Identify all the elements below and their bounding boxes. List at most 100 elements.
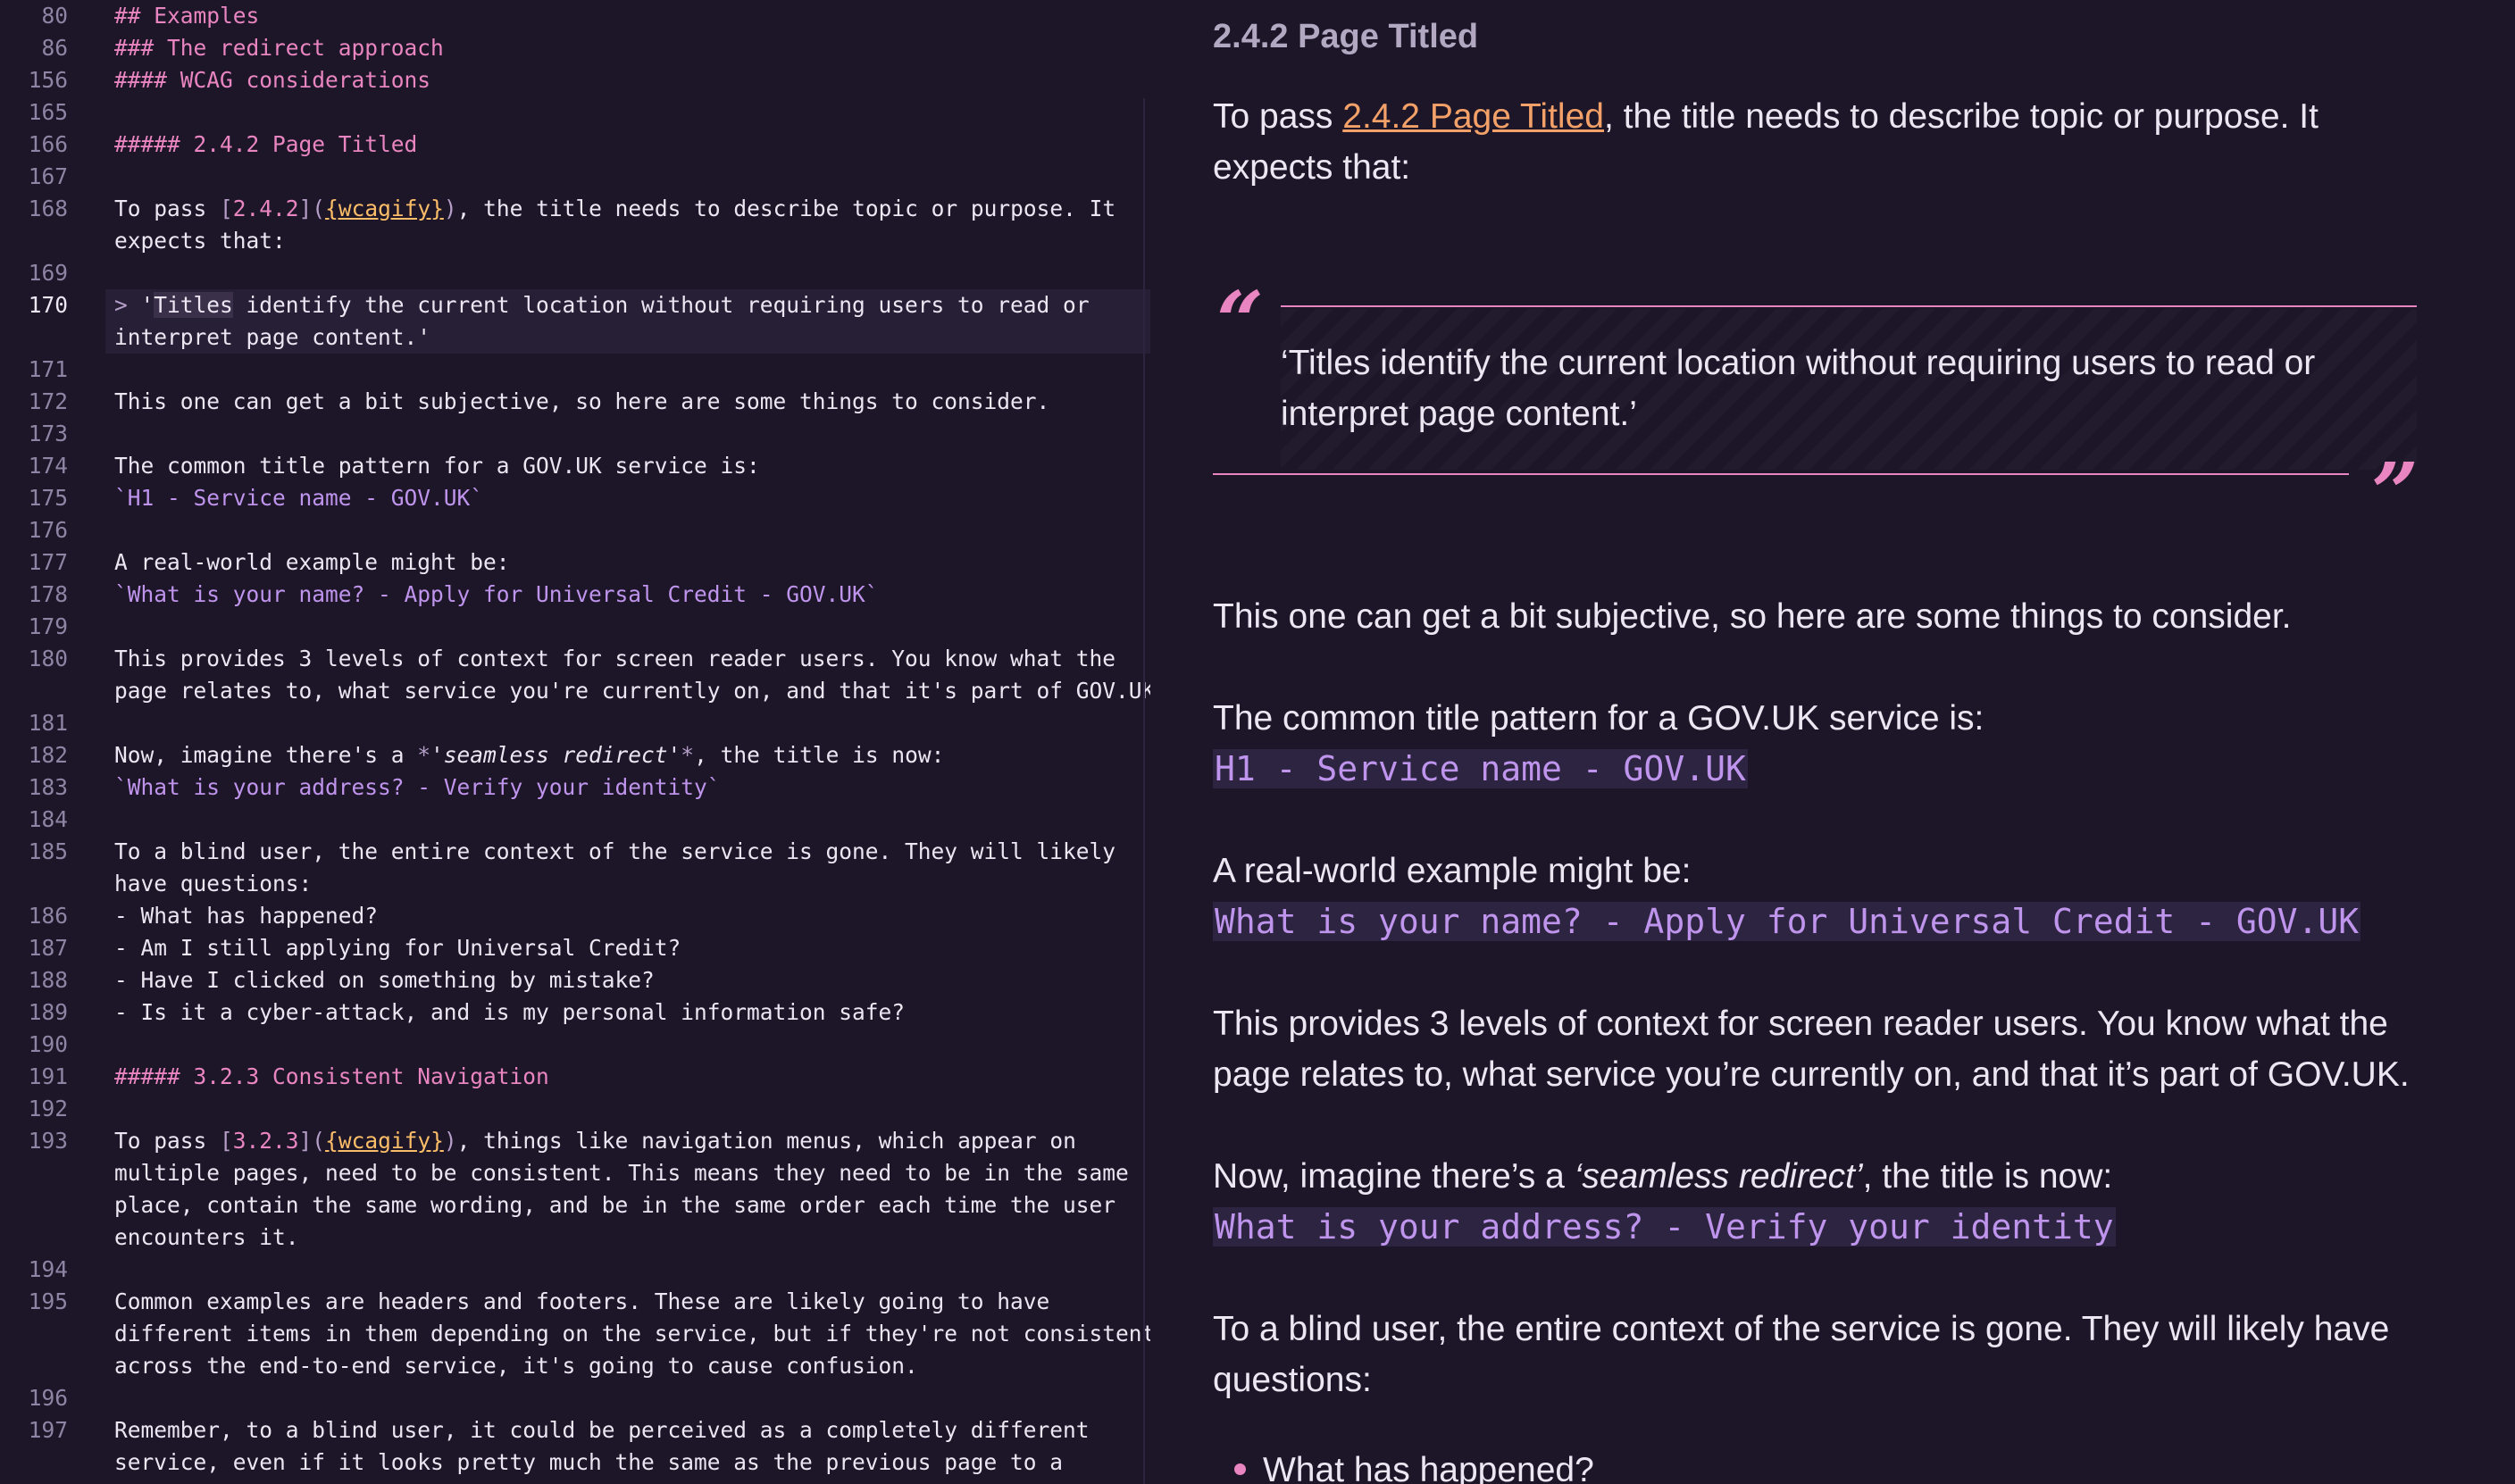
line-text: To pass [2.4.2]({wcagify}), the title ne… — [114, 193, 1115, 225]
bullet-icon — [1234, 1463, 1246, 1475]
inline-code: `What is your name? - Apply for Universa… — [114, 581, 879, 607]
text: different items in them depending on the… — [114, 1321, 1150, 1346]
line-number: 80 — [41, 3, 68, 29]
line-text: ## Examples — [114, 0, 259, 32]
line-number: 195 — [28, 1288, 68, 1314]
preview-paragraph-cont: page relates to, what service you’re cur… — [1213, 1055, 2410, 1094]
line-number: 197 — [28, 1417, 68, 1443]
text: - Have I clicked on something by mistake… — [114, 967, 655, 993]
blockquote: “ ‘Titles identify the current location … — [1213, 268, 2419, 534]
line-text: encounters it. — [114, 1221, 299, 1254]
markdown-asterisk: * — [417, 742, 431, 768]
open-quote-icon: “ — [1216, 273, 1264, 370]
text: The common title pattern for a GOV.UK se… — [114, 453, 760, 479]
line-number: 174 — [28, 453, 68, 479]
text: To pass — [114, 1128, 221, 1154]
line-number: 187 — [28, 935, 68, 961]
preview-paragraph: To pass 2.4.2 Page Titled, the title nee… — [1213, 91, 2319, 142]
line-number: 169 — [28, 260, 68, 286]
markdown-preview: 2.4.2 Page Titled To pass 2.4.2 Page Tit… — [1213, 0, 2481, 1484]
markdown-asterisk: * — [681, 742, 695, 768]
quote-top-rule — [1281, 305, 2417, 307]
line-number: 86 — [41, 35, 68, 61]
line-number: 173 — [28, 421, 68, 446]
markdown-bracket: ]( — [298, 1128, 326, 1154]
line-text: This one can get a bit subjective, so he… — [114, 386, 1049, 418]
close-quote-icon: ” — [2371, 445, 2419, 541]
text: This provides 3 levels of context for sc… — [114, 646, 1116, 671]
line-text: A real-world example might be: — [114, 546, 510, 579]
preview-paragraph: This one can get a bit subjective, so he… — [1213, 597, 2292, 636]
text: , the title needs to describe topic or p… — [1603, 97, 2319, 136]
text: , the title is now: — [1862, 1157, 2113, 1196]
line-text: place, contain the same wording, and be … — [114, 1189, 1115, 1221]
heading-markdown: ## Examples — [114, 3, 260, 29]
line-number: 168 — [28, 196, 68, 221]
line-text: across the end-to-end service, it's goin… — [114, 1350, 918, 1382]
line-text: - Have I clicked on something by mistake… — [114, 964, 655, 996]
line-number: 175 — [28, 485, 68, 511]
link-label: 3.2.3 — [232, 1128, 299, 1154]
text: , the title is now: — [694, 742, 945, 768]
line-number: 165 — [28, 99, 68, 125]
selected-word: Titles — [154, 292, 233, 318]
markdown-bracket: ) — [443, 1128, 457, 1154]
text: Remember, to a blind user, it could be p… — [114, 1417, 1090, 1443]
blockquote-marker: > — [114, 292, 141, 318]
preview-code-line: What is your name? - Apply for Universal… — [1213, 896, 2361, 947]
preview-paragraph: Now, imagine there’s a ‘seamless redirec… — [1213, 1151, 2112, 1202]
markdown-bracket: [ — [220, 196, 233, 221]
text: - What has happened? — [114, 903, 379, 929]
pane-divider[interactable] — [1143, 98, 1145, 1484]
line-number: 194 — [28, 1256, 68, 1282]
list-item: What has happened? — [1234, 1445, 1594, 1484]
link-url: {wcagify} — [325, 196, 444, 221]
text: - Is it a cyber-attack, and is my person… — [114, 999, 906, 1025]
preview-paragraph: To a blind user, the entire context of t… — [1213, 1310, 2390, 1348]
line-number: 172 — [28, 388, 68, 414]
preview-code-line: What is your address? - Verify your iden… — [1213, 1202, 2116, 1253]
line-text: - Am I still applying for Universal Cred… — [114, 932, 681, 964]
text: This one can get a bit subjective, so he… — [114, 388, 1050, 414]
inline-code: H1 - Service name - GOV.UK — [1213, 749, 1748, 788]
text: To pass — [114, 196, 221, 221]
heading-markdown: ### The redirect approach — [114, 35, 444, 61]
line-number: 167 — [28, 163, 68, 189]
line-number: 196 — [28, 1385, 68, 1411]
line-text: `What is your address? - Verify your ide… — [114, 771, 721, 804]
line-text: #### WCAG considerations — [114, 64, 430, 96]
text: Common examples are headers and footers.… — [114, 1288, 1050, 1314]
heading-markdown: ##### 3.2.3 Consistent Navigation — [114, 1063, 549, 1089]
line-text: ##### 2.4.2 Page Titled — [114, 129, 417, 161]
text: To a blind user, the entire context of t… — [114, 838, 1116, 864]
wcag-link[interactable]: 2.4.2 Page Titled — [1342, 97, 1604, 136]
line-text: different items in them depending on the… — [114, 1318, 1150, 1350]
line-number: 189 — [28, 999, 68, 1025]
emphasis: 'seamless redirect' — [430, 742, 681, 768]
inline-code: What is your name? - Apply for Universal… — [1213, 902, 2361, 941]
text: , things like navigation menus, which ap… — [456, 1128, 1076, 1154]
line-number: 182 — [28, 742, 68, 768]
emphasis: ‘seamless redirect’ — [1574, 1157, 1863, 1196]
line-number: 186 — [28, 903, 68, 929]
text: expects that: — [114, 228, 286, 254]
line-text: > 'Titles identify the current location … — [114, 289, 1090, 321]
text: To pass — [1213, 97, 1343, 136]
text: service, even if it looks pretty much th… — [114, 1449, 1064, 1475]
quote-text: ‘Titles identify the current location wi… — [1281, 338, 2315, 439]
text: across the end-to-end service, it's goin… — [114, 1353, 918, 1379]
markdown-editor[interactable]: 80 ## Examples 86 ### The redirect approach… — [0, 0, 1150, 1484]
markdown-bracket: ) — [443, 196, 457, 221]
line-text: ### The redirect approach — [114, 32, 444, 64]
line-text: The common title pattern for a GOV.UK se… — [114, 450, 760, 482]
text: Now, imagine there’s a — [1213, 1157, 1575, 1196]
line-text: Common examples are headers and footers.… — [114, 1286, 1049, 1318]
quote-bottom-rule — [1213, 473, 2349, 475]
line-text: page relates to, what service you're cur… — [114, 675, 1150, 707]
text: encounters it. — [114, 1224, 299, 1250]
inline-code: What is your address? - Verify your iden… — [1213, 1207, 2116, 1246]
line-number: 180 — [28, 646, 68, 671]
line-text: This provides 3 levels of context for sc… — [114, 643, 1115, 675]
inline-code: `H1 - Service name - GOV.UK` — [114, 485, 484, 511]
preview-paragraph: The common title pattern for a GOV.UK se… — [1213, 699, 1984, 738]
